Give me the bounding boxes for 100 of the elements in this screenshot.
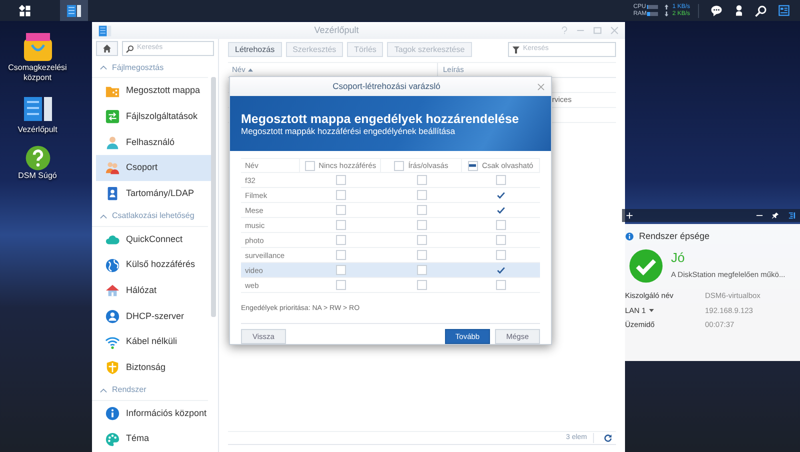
plus-icon <box>626 212 633 219</box>
shortcut-label: Csomagkezelési központ <box>7 63 68 83</box>
sidebar-item[interactable]: Tartomány/LDAP <box>96 180 211 206</box>
checkbox[interactable] <box>468 160 478 171</box>
panel-icon <box>66 2 82 18</box>
refresh-icon <box>604 434 612 442</box>
info-icon <box>105 406 120 422</box>
sidebar-item[interactable]: Információs központ <box>96 400 211 426</box>
widgets-icon <box>777 5 791 16</box>
sidebar-item[interactable]: Téma <box>96 426 211 452</box>
checkbox[interactable] <box>416 250 427 260</box>
arrows-icon <box>105 109 120 124</box>
upload-arrow-icon <box>664 4 670 10</box>
check-icon <box>496 190 506 200</box>
checkbox[interactable] <box>416 205 427 216</box>
search-icon <box>755 4 767 16</box>
sidebar-item[interactable]: Fájlszolgáltatások <box>96 104 211 130</box>
checkbox[interactable] <box>416 280 427 290</box>
panel-toggle-icon <box>788 212 796 219</box>
minimize-icon <box>756 212 763 219</box>
shortcut-label: DSM Súgó <box>17 171 58 181</box>
check-circle-icon <box>629 248 663 282</box>
download-arrow-icon <box>664 11 670 17</box>
house-icon <box>105 283 120 298</box>
checkbox[interactable] <box>336 205 346 216</box>
sidebar-item[interactable]: QuickConnect <box>96 226 211 252</box>
sidebar-item[interactable]: Biztonság <box>96 354 211 380</box>
main-menu-icon <box>19 4 31 16</box>
maximize-icon <box>593 26 602 35</box>
sidebar-item[interactable]: DHCP-szerver <box>96 304 211 330</box>
checkbox[interactable] <box>496 190 506 200</box>
check-icon <box>496 206 506 215</box>
id-card-icon <box>105 186 120 202</box>
toolbar-button[interactable]: Létrehozás <box>228 42 282 57</box>
checkbox[interactable] <box>496 220 506 230</box>
chevron-up-icon <box>100 388 107 393</box>
section-title: Csatlakozási lehetőség <box>112 210 194 222</box>
checkbox[interactable] <box>496 235 506 246</box>
checkbox[interactable] <box>336 280 346 290</box>
checkbox[interactable] <box>336 265 346 276</box>
close-icon <box>537 82 545 91</box>
panel-icon <box>98 24 112 38</box>
checkbox[interactable] <box>336 250 346 260</box>
close-icon <box>610 26 619 35</box>
chevron-up-icon <box>100 214 107 219</box>
scrollbar[interactable] <box>211 77 216 317</box>
home-button[interactable] <box>96 41 118 56</box>
sidebar-item[interactable]: Felhasználó <box>96 130 211 156</box>
chat-icon <box>710 4 723 16</box>
checkbox[interactable] <box>416 190 427 200</box>
status-text: Jó <box>671 250 686 266</box>
taskbar-app-button[interactable] <box>60 0 88 21</box>
checkbox[interactable] <box>394 160 404 171</box>
checkbox[interactable] <box>304 160 315 171</box>
shortcut-label: Vezérlőpult <box>16 125 58 135</box>
help-icon <box>561 26 568 35</box>
section-header[interactable]: Fájlmegosztás <box>92 58 208 78</box>
sidebar-item[interactable]: Csoport <box>96 155 211 181</box>
section-header[interactable]: Rendszer <box>92 380 208 401</box>
close-button[interactable] <box>537 82 545 91</box>
checkbox[interactable] <box>336 190 346 200</box>
checkbox[interactable] <box>416 235 427 246</box>
checkbox[interactable] <box>496 265 506 276</box>
section-header[interactable]: Csatlakozási lehetőség <box>92 206 208 227</box>
section-title: Rendszer <box>112 384 146 396</box>
search-icon <box>126 44 134 52</box>
palette-icon <box>105 432 120 447</box>
checkbox[interactable] <box>496 175 506 186</box>
checkbox[interactable] <box>416 265 427 276</box>
sidebar-item[interactable]: Hálózat <box>96 278 211 304</box>
check-icon <box>496 266 506 275</box>
checkbox[interactable] <box>496 205 506 216</box>
desktop-shortcut[interactable]: Vezérlőpult <box>2 93 72 135</box>
shield-icon <box>105 360 120 376</box>
home-icon <box>102 44 112 53</box>
filter-icon <box>512 46 520 54</box>
banner-subtitle: Megosztott mappák hozzáférési engedélyének beállítása <box>241 126 456 138</box>
person-circle-icon <box>105 308 120 324</box>
globe-icon <box>105 258 120 273</box>
desktop-shortcut[interactable]: DSM Súgó <box>2 145 72 181</box>
sidebar-item[interactable]: Külső hozzáférés <box>96 252 211 278</box>
section-title: Fájlmegosztás <box>112 62 164 74</box>
checkbox[interactable] <box>416 220 427 230</box>
window-title: Vezérlőpult <box>313 24 360 37</box>
dialog-title: Csoport-létrehozási varázsló <box>332 80 442 93</box>
pin-icon <box>772 212 779 219</box>
sidebar-item[interactable]: Kábel nélküli <box>96 329 211 355</box>
checkbox[interactable] <box>336 235 346 246</box>
sidebar-item[interactable]: Megosztott mappa <box>96 78 211 104</box>
desktop-shortcut[interactable]: Csomagkezelési központ <box>2 31 72 83</box>
checkbox[interactable] <box>496 280 506 290</box>
chevron-up-icon <box>100 65 107 70</box>
checkbox[interactable] <box>496 250 506 260</box>
checkbox[interactable] <box>336 175 346 186</box>
banner-title: Megosztott mappa engedélyek hozzárendelése <box>241 112 520 126</box>
checkbox[interactable] <box>416 175 427 186</box>
help-icon <box>24 145 50 171</box>
wifi-icon <box>105 334 120 350</box>
shopping-bag-icon <box>22 31 54 63</box>
checkbox[interactable] <box>336 220 346 230</box>
